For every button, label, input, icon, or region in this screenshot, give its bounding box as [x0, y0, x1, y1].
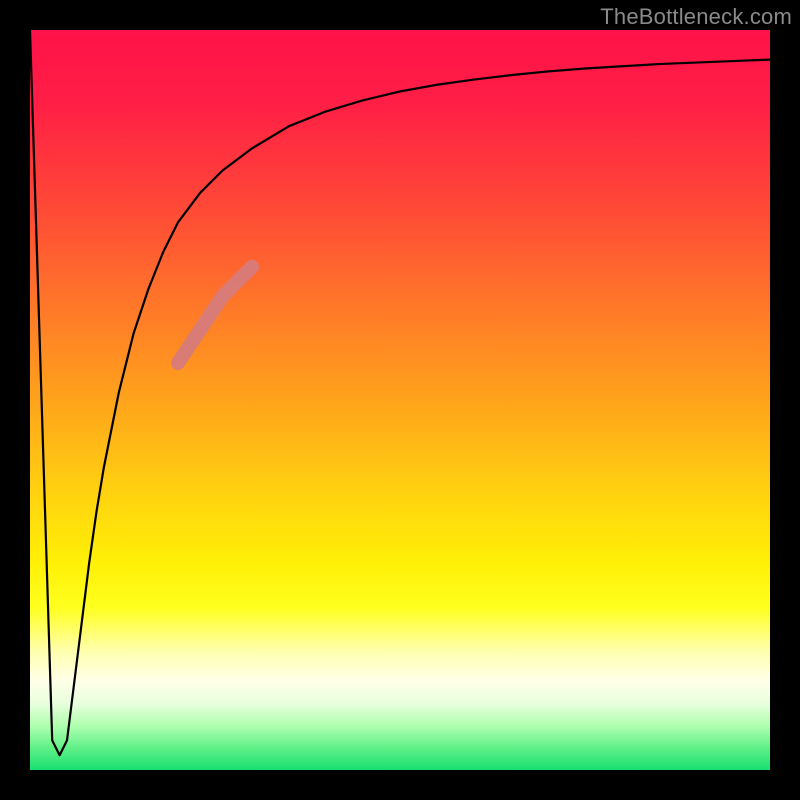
watermark-text: TheBottleneck.com — [600, 4, 792, 30]
plot-area — [30, 30, 770, 770]
bottleneck-curve — [30, 30, 770, 755]
chart-container: TheBottleneck.com — [0, 0, 800, 800]
highlight-segment — [178, 267, 252, 363]
chart-svg — [30, 30, 770, 770]
